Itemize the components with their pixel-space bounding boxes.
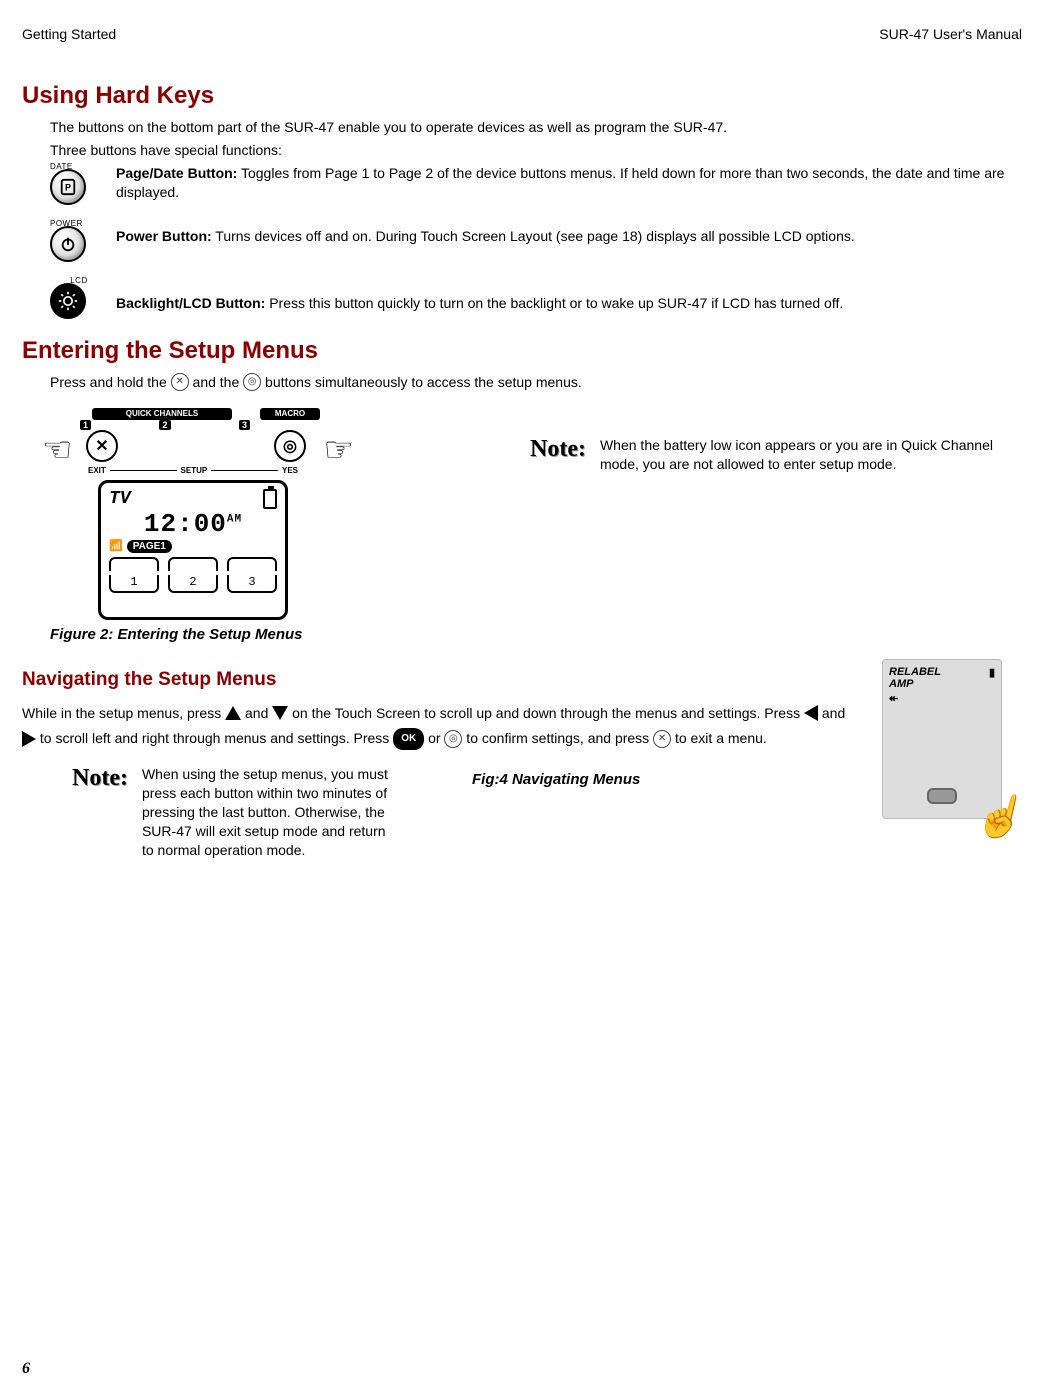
lcd-device-name: TV bbox=[109, 489, 131, 509]
yes-icon: ◎ bbox=[243, 373, 261, 391]
backlight-desc: Press this button quickly to turn on the… bbox=[265, 295, 843, 311]
up-arrow-icon bbox=[225, 706, 241, 720]
left-arrow-icon bbox=[804, 705, 818, 721]
ok-pill-icon: OK bbox=[393, 728, 424, 750]
page-date-button-icon: P bbox=[50, 169, 86, 205]
page-number: 6 bbox=[22, 1360, 30, 1378]
battery-icon bbox=[263, 489, 277, 509]
page-date-desc: Toggles from Page 1 to Page 2 of the dev… bbox=[116, 165, 1004, 200]
navigating-paragraph: While in the setup menus, press and on t… bbox=[22, 701, 862, 751]
entering-setup-intro: Press and hold the ✕ and the ◎ buttons s… bbox=[50, 373, 1022, 392]
quick-channels-bar: QUICK CHANNELS bbox=[92, 408, 232, 420]
softkey-top-3 bbox=[227, 557, 277, 571]
heading-using-hard-keys: Using Hard Keys bbox=[22, 82, 1022, 110]
softkey-top-1 bbox=[109, 557, 159, 571]
exit-button-diagram: ✕ bbox=[86, 430, 118, 462]
softkey-1: 1 bbox=[109, 575, 159, 593]
macro-bar: MACRO bbox=[260, 408, 320, 420]
backlight-button-icon bbox=[50, 283, 86, 319]
nav-battery-icon: ▮ bbox=[989, 666, 995, 679]
yes-button-diagram: ◎ bbox=[274, 430, 306, 462]
figure-4-diagram: RELABEL AMP ↞ ▮ ☝ bbox=[882, 659, 1002, 819]
lcd-screen-figure: TV 12:00AM 📶 PAGE1 bbox=[98, 480, 288, 620]
hand-left-icon: ☞ bbox=[42, 430, 72, 470]
heading-entering-setup: Entering the Setup Menus bbox=[22, 337, 1022, 365]
figure-4-caption: Fig:4 Navigating Menus bbox=[472, 771, 862, 788]
softkey-2: 2 bbox=[168, 575, 218, 593]
hand-pointer-icon: ☝ bbox=[973, 793, 1023, 840]
power-label: POWER bbox=[50, 219, 108, 228]
note-setup-text: When the battery low icon appears or you… bbox=[600, 436, 1022, 474]
page-date-name: Page/Date Button: bbox=[116, 165, 237, 181]
header-left: Getting Started bbox=[22, 26, 116, 42]
nav-ok-button bbox=[927, 788, 957, 804]
power-button-icon bbox=[50, 226, 86, 262]
note-icon-2: Note: bbox=[72, 765, 142, 792]
backlight-name: Backlight/LCD Button: bbox=[116, 295, 265, 311]
header-right: SUR-47 User's Manual bbox=[879, 26, 1022, 42]
page-date-label: DATE bbox=[50, 162, 108, 171]
down-arrow-icon bbox=[272, 706, 288, 720]
hand-right-icon: ☞ bbox=[324, 430, 354, 470]
heading-navigating: Navigating the Setup Menus bbox=[22, 669, 862, 691]
softkey-top-2 bbox=[168, 557, 218, 571]
note-navigating: Note: When using the setup menus, you mu… bbox=[72, 765, 392, 859]
signal-icon: 📶 bbox=[109, 539, 123, 553]
power-name: Power Button: bbox=[116, 228, 212, 244]
yes-icon-inline: ◎ bbox=[444, 730, 462, 748]
lcd-label: LCD bbox=[50, 276, 108, 285]
nav-lcd-line1: RELABEL bbox=[889, 666, 995, 678]
svg-text:P: P bbox=[65, 182, 71, 192]
exit-icon-inline: ✕ bbox=[653, 730, 671, 748]
figure-2-caption: Figure 2: Entering the Setup Menus bbox=[50, 626, 1022, 643]
note-icon: Note: bbox=[530, 436, 600, 463]
exit-label: EXIT bbox=[88, 466, 106, 475]
nav-lcd-cursor: ↞ bbox=[889, 692, 995, 706]
note-navigating-text: When using the setup menus, you must pre… bbox=[142, 765, 392, 859]
hardkeys-intro-1: The buttons on the bottom part of the SU… bbox=[50, 118, 1022, 137]
softkey-3: 3 bbox=[227, 575, 277, 593]
right-arrow-icon bbox=[22, 731, 36, 747]
page-badge: PAGE1 bbox=[127, 540, 172, 553]
figure-2-diagram: QUICK CHANNELS 123 MACRO ☞ ✕ ◎ ☞ EXIT SE… bbox=[50, 408, 350, 620]
lcd-time: 12:00 bbox=[144, 509, 227, 539]
yes-label: YES bbox=[282, 466, 298, 475]
exit-icon: ✕ bbox=[171, 373, 189, 391]
lcd-ampm: AM bbox=[227, 513, 242, 525]
power-desc: Turns devices off and on. During Touch S… bbox=[212, 228, 855, 244]
hardkeys-intro-2: Three buttons have special functions: bbox=[50, 141, 1022, 160]
note-setup-mode: Note: When the battery low icon appears … bbox=[530, 436, 1022, 474]
quick-channel-numbers: 123 bbox=[80, 420, 250, 430]
nav-lcd-line2: AMP bbox=[889, 678, 995, 690]
setup-label: SETUP bbox=[181, 466, 208, 475]
